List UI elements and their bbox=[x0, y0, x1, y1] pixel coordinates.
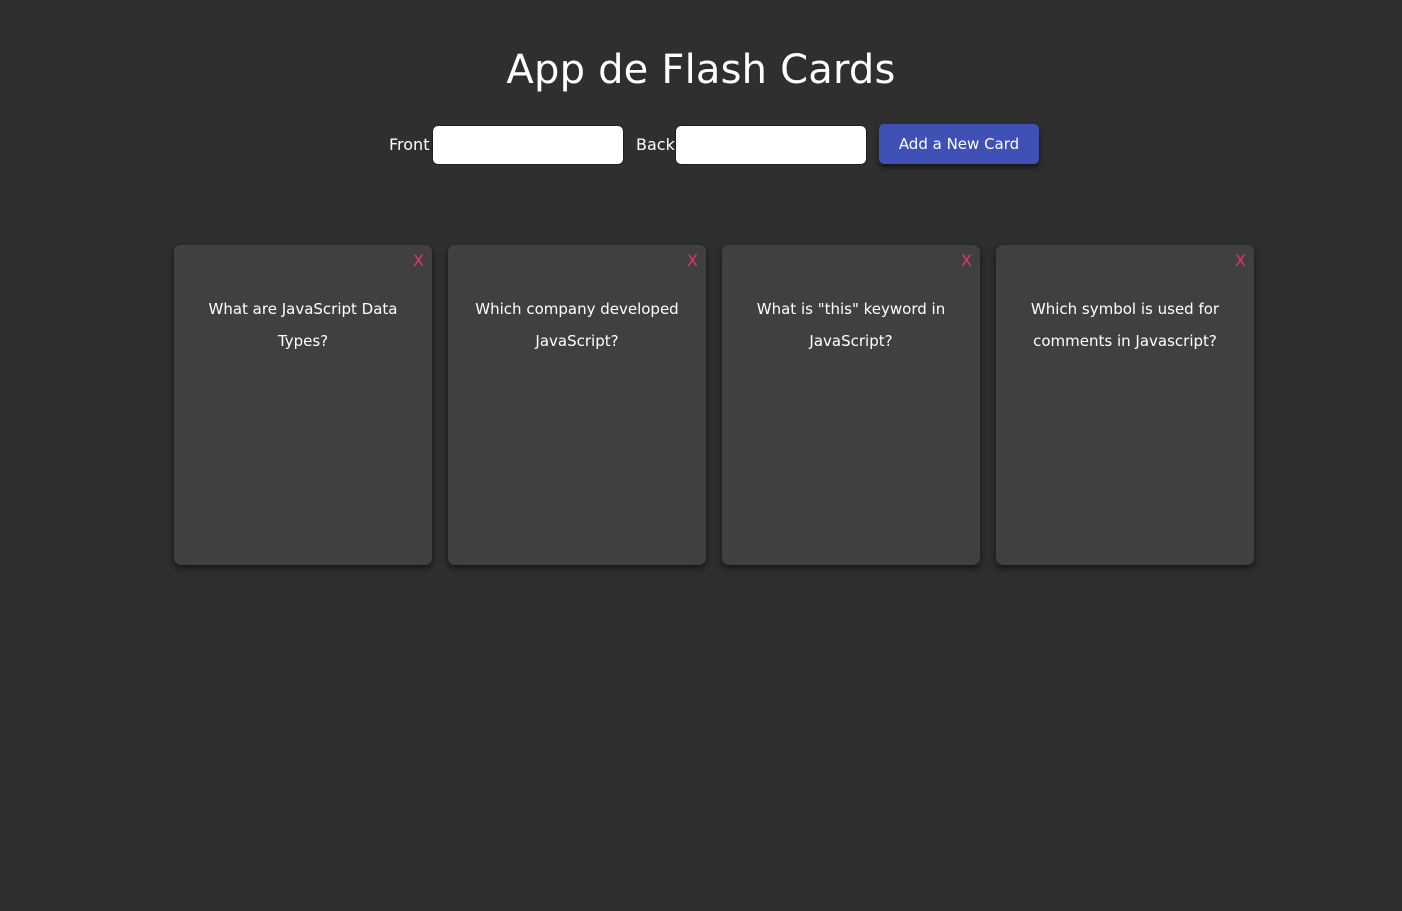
close-icon[interactable]: X bbox=[1235, 251, 1246, 271]
page-title: App de Flash Cards bbox=[506, 47, 896, 93]
add-card-form: Front Back Add a New Card bbox=[0, 124, 1402, 165]
flash-card[interactable]: X Which symbol is used for comments in J… bbox=[996, 245, 1254, 565]
close-icon[interactable]: X bbox=[961, 251, 972, 271]
back-input[interactable] bbox=[675, 125, 867, 165]
card-front-text: Which company developed JavaScript? bbox=[475, 300, 679, 350]
back-label: Back bbox=[636, 135, 675, 154]
close-icon[interactable]: X bbox=[413, 251, 424, 271]
front-input[interactable] bbox=[432, 125, 624, 165]
flash-card[interactable]: X What is "this" keyword in JavaScript? bbox=[722, 245, 980, 565]
add-new-card-button[interactable]: Add a New Card bbox=[879, 124, 1039, 164]
front-label: Front bbox=[389, 135, 430, 154]
cards-grid: X What are JavaScript Data Types? X Whic… bbox=[174, 245, 1254, 565]
close-icon[interactable]: X bbox=[687, 251, 698, 271]
card-front-text: What are JavaScript Data Types? bbox=[208, 300, 398, 350]
card-front-text: Which symbol is used for comments in Jav… bbox=[1030, 300, 1220, 350]
flash-card[interactable]: X What are JavaScript Data Types? bbox=[174, 245, 432, 565]
flash-card[interactable]: X Which company developed JavaScript? bbox=[448, 245, 706, 565]
card-front-text: What is "this" keyword in JavaScript? bbox=[756, 300, 946, 350]
